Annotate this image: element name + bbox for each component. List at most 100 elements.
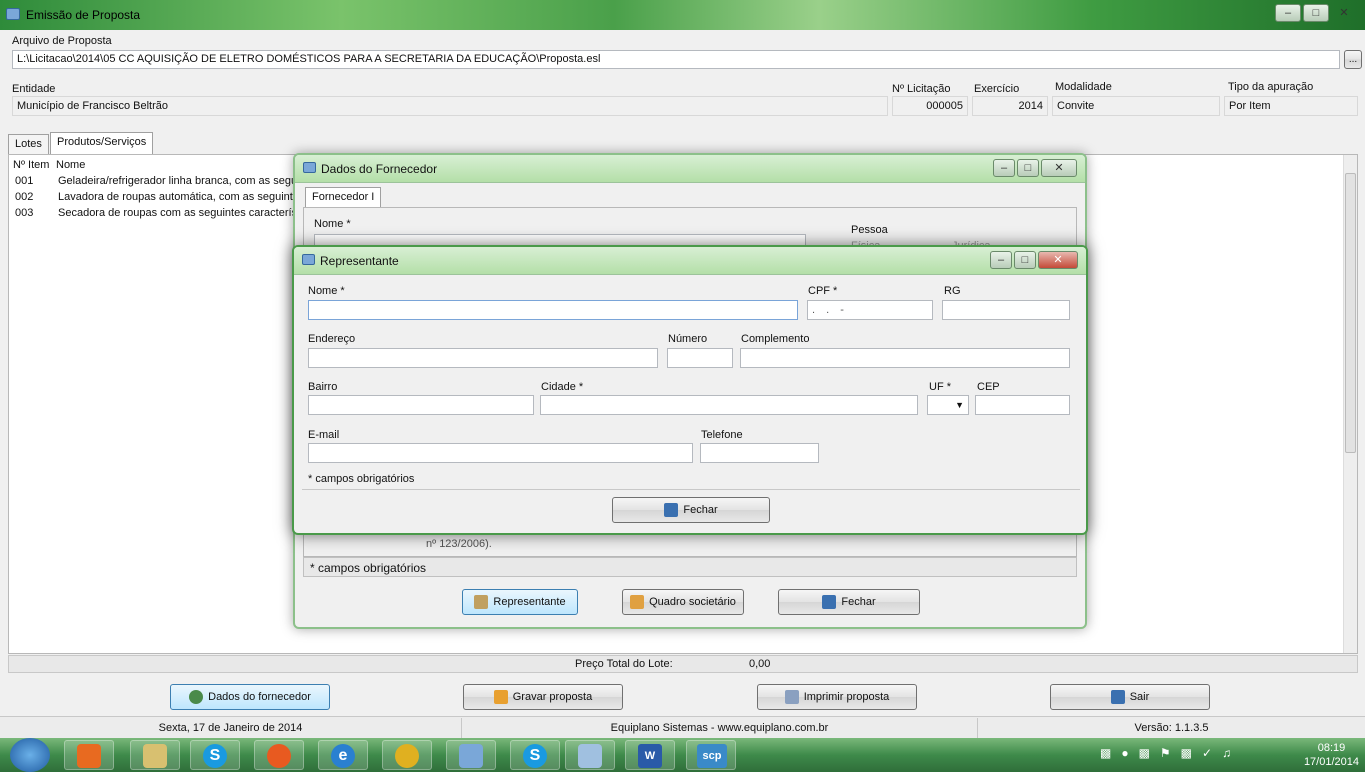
imprimir-proposta-label: Imprimir proposta bbox=[803, 691, 890, 703]
system-tray-icons[interactable]: ▩●▩⚑▩✓♫ bbox=[1100, 746, 1280, 764]
representante-dialog-title-bar[interactable]: Representante – □ ✕ bbox=[294, 247, 1086, 275]
licitacao-field: 000005 bbox=[892, 96, 968, 116]
rep-email-field[interactable] bbox=[308, 443, 693, 463]
total-value: 0,00 bbox=[749, 658, 771, 670]
item-number: 002 bbox=[15, 191, 34, 203]
list-scrollbar[interactable] bbox=[1343, 155, 1357, 653]
close-button[interactable]: ✕ bbox=[1038, 251, 1078, 269]
taskbar-firefox[interactable] bbox=[254, 740, 304, 770]
app-icon bbox=[6, 8, 20, 20]
taskbar-media-player[interactable] bbox=[64, 740, 114, 770]
rep-bairro-field[interactable] bbox=[308, 395, 534, 415]
rep-uf-select[interactable]: ▼ bbox=[927, 395, 969, 415]
rep-endereco-field[interactable] bbox=[308, 348, 658, 368]
dados-fornecedor-label: Dados do fornecedor bbox=[208, 691, 311, 703]
app-icon bbox=[302, 254, 315, 265]
rep-nome-field[interactable] bbox=[308, 300, 798, 320]
scrollbar-thumb[interactable] bbox=[1345, 173, 1356, 453]
sair-label: Sair bbox=[1129, 691, 1150, 703]
taskbar-word[interactable]: W bbox=[625, 740, 675, 770]
minimize-button[interactable]: – bbox=[993, 159, 1015, 177]
rep-telefone-field[interactable] bbox=[700, 443, 819, 463]
apuracao-label: Tipo da apuração bbox=[1228, 81, 1314, 93]
rep-cidade-field[interactable] bbox=[540, 395, 918, 415]
rep-complemento-field[interactable] bbox=[740, 348, 1070, 368]
browse-button[interactable]: ... bbox=[1344, 50, 1362, 69]
taskbar-skype-2[interactable]: S bbox=[510, 740, 560, 770]
taskbar-app-2[interactable] bbox=[565, 740, 615, 770]
taskbar-app[interactable] bbox=[446, 740, 496, 770]
window-title: Emissão de Proposta bbox=[26, 8, 141, 22]
maximize-button[interactable]: □ bbox=[1017, 159, 1039, 177]
column-header-nome[interactable]: Nome bbox=[56, 159, 85, 171]
start-button[interactable] bbox=[10, 738, 50, 772]
taskbar: S e S W scp ▩●▩⚑▩✓♫ 08:19 17/01/2014 bbox=[0, 738, 1365, 772]
representante-dialog[interactable]: Representante – □ ✕ Nome * CPF * . . - R… bbox=[292, 245, 1088, 535]
internet-explorer-icon: e bbox=[331, 744, 355, 768]
clock-time: 08:19 bbox=[1317, 742, 1346, 754]
taskbar-chrome[interactable] bbox=[382, 740, 432, 770]
total-label: Preço Total do Lote: bbox=[575, 658, 673, 670]
rep-uf-label: UF * bbox=[929, 381, 951, 393]
licitacao-label: Nº Licitação bbox=[892, 83, 951, 95]
taskbar-ie[interactable]: e bbox=[318, 740, 368, 770]
pessoa-label: Pessoa bbox=[851, 224, 888, 236]
rep-cpf-field[interactable]: . . - bbox=[807, 300, 933, 320]
dados-fornecedor-button[interactable]: Dados do fornecedor bbox=[170, 684, 330, 710]
arquivo-label: Arquivo de Proposta bbox=[12, 35, 112, 47]
taskbar-scp[interactable]: scp bbox=[686, 740, 736, 770]
item-name: Lavadora de roupas automática, com as se… bbox=[58, 191, 305, 203]
exit-door-icon bbox=[664, 503, 679, 517]
entidade-field: Município de Francisco Beltrão bbox=[12, 96, 888, 116]
item-number: 001 bbox=[15, 175, 34, 187]
modalidade-field: Convite bbox=[1052, 96, 1220, 116]
maximize-button[interactable]: □ bbox=[1014, 251, 1036, 269]
person-card-icon bbox=[474, 595, 489, 609]
rep-numero-field[interactable] bbox=[667, 348, 733, 368]
close-button[interactable]: ✕ bbox=[1041, 159, 1077, 177]
taskbar-skype[interactable]: S bbox=[190, 740, 240, 770]
word-icon: W bbox=[638, 744, 662, 768]
gravar-proposta-button[interactable]: Gravar proposta bbox=[463, 684, 623, 710]
rep-obrig-note: * campos obrigatórios bbox=[308, 473, 415, 485]
tab-fornecedor[interactable]: Fornecedor I bbox=[305, 187, 382, 209]
fornecedor-fechar-button[interactable]: Fechar bbox=[778, 589, 920, 615]
column-header-item[interactable]: Nº Item bbox=[13, 159, 49, 171]
quadro-societario-button[interactable]: Quadro societário bbox=[622, 589, 744, 615]
rep-fechar-button[interactable]: Fechar bbox=[612, 497, 770, 523]
rep-rg-label: RG bbox=[944, 285, 961, 297]
minimize-button[interactable]: – bbox=[1275, 4, 1301, 22]
tab-lotes[interactable]: Lotes bbox=[8, 134, 49, 154]
main-title-bar[interactable]: Emissão de Proposta – □ ✕ bbox=[0, 0, 1365, 30]
minimize-button[interactable]: – bbox=[990, 251, 1012, 269]
imprimir-proposta-button[interactable]: Imprimir proposta bbox=[757, 684, 917, 710]
representante-button[interactable]: Representante bbox=[462, 589, 578, 615]
fornecedor-fechar-label: Fechar bbox=[841, 596, 876, 608]
rep-nome-label: Nome * bbox=[308, 285, 345, 297]
exit-door-icon bbox=[1110, 690, 1125, 704]
apuracao-field: Por Item bbox=[1224, 96, 1358, 116]
maximize-button[interactable]: □ bbox=[1303, 4, 1329, 22]
rep-cep-field[interactable] bbox=[975, 395, 1070, 415]
rep-rg-field[interactable] bbox=[942, 300, 1070, 320]
representante-dialog-title: Representante bbox=[320, 254, 399, 268]
close-button[interactable]: ✕ bbox=[1331, 4, 1357, 22]
item-number: 003 bbox=[15, 207, 34, 219]
arquivo-field[interactable]: L:\Licitacao\2014\05 CC AQUISIÇÃO DE ELE… bbox=[12, 50, 1340, 69]
fornecedor-dialog-title: Dados do Fornecedor bbox=[321, 162, 438, 176]
checkmark-icon bbox=[493, 690, 508, 704]
proposal-app-icon bbox=[459, 744, 483, 768]
rep-bairro-label: Bairro bbox=[308, 381, 338, 393]
tab-produtos-servicos[interactable]: Produtos/Serviços bbox=[50, 132, 154, 154]
fornecedor-dialog-title-bar[interactable]: Dados do Fornecedor – □ ✕ bbox=[295, 155, 1085, 183]
taskbar-clock[interactable]: 08:19 17/01/2014 bbox=[1304, 741, 1359, 769]
printer-icon bbox=[784, 690, 799, 704]
globe-icon bbox=[189, 690, 204, 704]
status-date: Sexta, 17 de Janeiro de 2014 bbox=[0, 718, 462, 738]
rep-cep-label: CEP bbox=[977, 381, 1000, 393]
sair-button[interactable]: Sair bbox=[1050, 684, 1210, 710]
taskbar-explorer[interactable] bbox=[130, 740, 180, 770]
firefox-icon bbox=[267, 744, 291, 768]
quadro-societario-label: Quadro societário bbox=[649, 596, 736, 608]
clock-date: 17/01/2014 bbox=[1303, 756, 1359, 768]
